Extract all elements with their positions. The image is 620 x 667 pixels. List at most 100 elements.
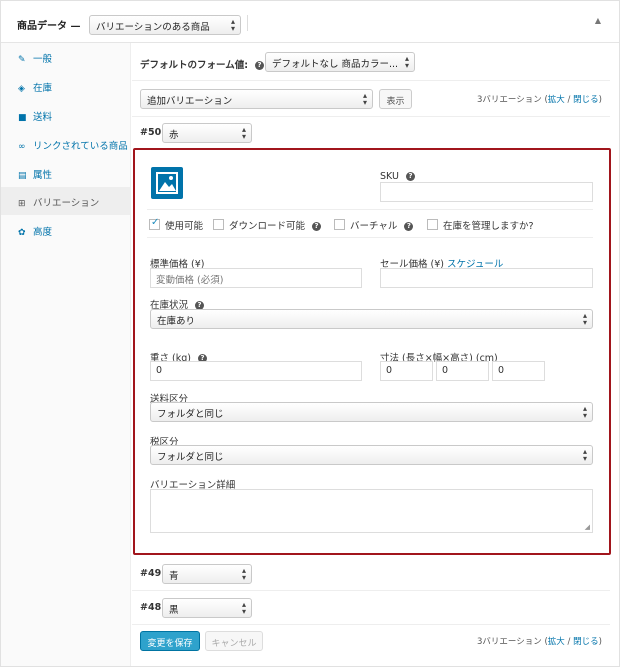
divider: [132, 624, 610, 625]
tab-label: 一般: [33, 54, 53, 65]
variation-attribute-select[interactable]: 赤 ▴ ▾: [162, 123, 252, 143]
default-color-select[interactable]: デフォルトなし 商品カラー... ▴ ▾: [265, 52, 415, 72]
select-arrows-icon: ▴ ▾: [241, 600, 246, 616]
tab-label: 送料: [33, 112, 53, 123]
select-arrows-icon: ▴ ▾: [362, 91, 367, 107]
grid-icon: ⊞: [18, 199, 26, 209]
select-arrows-icon: ▴ ▾: [582, 447, 587, 463]
variation-attribute-select[interactable]: 黒 ▴ ▾: [162, 598, 252, 618]
header-divider: [247, 15, 248, 31]
variation-image-upload[interactable]: [151, 167, 183, 199]
bulk-action-value: 追加バリエーション: [147, 96, 233, 107]
divider: [132, 80, 610, 81]
link-icon: ∞: [18, 142, 26, 152]
sale-price-input[interactable]: [380, 268, 593, 288]
downloadable-label-text: ダウンロード可能: [229, 221, 306, 232]
variation-attribute-value: 赤: [169, 130, 179, 141]
default-color-value: デフォルトなし 商品カラー...: [272, 59, 399, 70]
stock-status-select[interactable]: 在庫あり ▴ ▾: [150, 309, 593, 329]
tab-inventory[interactable]: ◈ 在庫: [1, 72, 131, 100]
downloadable-checkbox[interactable]: [213, 219, 224, 230]
collapse-toggle-icon[interactable]: ▲: [595, 16, 601, 25]
width-input[interactable]: 0: [436, 361, 489, 381]
tab-label: リンクされている商品: [33, 141, 128, 152]
tag-icon: ◈: [18, 84, 25, 94]
virtual-label-text: バーチャル: [350, 221, 398, 232]
shipping-class-value: フォルダと同じ: [157, 409, 224, 420]
select-arrows-icon: ▴ ▾: [230, 17, 235, 33]
regular-price-input[interactable]: 変動価格 (必須): [150, 268, 362, 288]
list-icon: ▤: [18, 171, 27, 181]
manage-stock-label: 在庫を管理しますか?: [443, 221, 534, 232]
help-icon: ?: [405, 172, 415, 181]
sku-label-text: SKU: [380, 171, 399, 182]
enabled-label: 使用可能: [165, 221, 204, 232]
shipping-class-select[interactable]: フォルダと同じ ▴ ▾: [150, 402, 593, 422]
default-form-values-label: デフォルトのフォーム値:?: [140, 57, 265, 71]
tab-label: 属性: [33, 170, 53, 181]
close-all-link[interactable]: 閉じる: [573, 95, 599, 105]
enabled-checkbox[interactable]: ✓: [149, 217, 160, 230]
select-arrows-icon: ▴ ▾: [582, 404, 587, 420]
cancel-button[interactable]: キャンセル: [205, 631, 263, 651]
select-arrows-icon: ▴ ▾: [582, 311, 587, 327]
tab-label: 在庫: [33, 83, 53, 94]
weight-input[interactable]: 0: [150, 361, 362, 381]
tab-label: 高度: [33, 227, 53, 238]
select-arrows-icon: ▴ ▾: [241, 566, 246, 582]
expand-all-link[interactable]: 拡大: [548, 95, 565, 105]
variation-attribute-value: 青: [169, 571, 179, 582]
variation-attribute-select[interactable]: 青 ▴ ▾: [162, 564, 252, 584]
variation-pagination: 3バリエーション (拡大 / 閉じる): [477, 637, 602, 647]
length-input[interactable]: 0: [380, 361, 433, 381]
help-icon: ?: [312, 222, 322, 231]
panel-title: 商品データ —: [17, 21, 81, 32]
stock-status-value: 在庫あり: [157, 316, 196, 327]
gear-icon: ✿: [18, 228, 26, 238]
divider: [147, 237, 593, 238]
tab-shipping[interactable]: ■ 送料: [1, 101, 131, 129]
tab-linked-products[interactable]: ∞ リンクされている商品: [1, 130, 131, 158]
save-changes-button[interactable]: 変更を保存: [140, 631, 200, 651]
product-data-tabs: ✎ 一般 ◈ 在庫 ■ 送料 ∞ リンクされている商品 ▤ 属性 ⊞ バリエーション ✿ 高度: [1, 43, 131, 666]
tab-advanced[interactable]: ✿ 高度: [1, 216, 131, 244]
panel-header: 商品データ — バリエーションのある商品 ▴ ▾ ▲: [1, 1, 619, 43]
tax-class-select[interactable]: フォルダと同じ ▴ ▾: [150, 445, 593, 465]
image-icon: [156, 172, 178, 194]
product-type-value: バリエーションのある商品: [96, 22, 210, 33]
expand-all-link[interactable]: 拡大: [548, 637, 565, 647]
virtual-checkbox[interactable]: [334, 219, 345, 230]
virtual-label: バーチャル?: [350, 218, 414, 232]
tax-class-value: フォルダと同じ: [157, 452, 224, 463]
tab-variations[interactable]: ⊞ バリエーション: [1, 187, 131, 215]
resize-handle-icon[interactable]: ◢: [585, 523, 590, 531]
variation-description-textarea[interactable]: ◢: [150, 489, 593, 533]
default-form-values-text: デフォルトのフォーム値:: [140, 60, 249, 71]
divider: [147, 209, 593, 210]
bulk-action-select[interactable]: 追加バリエーション ▴ ▾: [140, 89, 373, 109]
help-icon: ?: [404, 222, 414, 231]
tab-attributes[interactable]: ▤ 属性: [1, 159, 131, 187]
sku-input[interactable]: [380, 182, 593, 202]
tab-general[interactable]: ✎ 一般: [1, 43, 131, 71]
height-input[interactable]: 0: [492, 361, 545, 381]
variation-pagination: 3バリエーション (拡大 / 閉じる): [477, 95, 602, 105]
sku-label: SKU?: [380, 171, 415, 182]
go-button[interactable]: 表示: [379, 89, 412, 109]
product-data-panel: 商品データ — バリエーションのある商品 ▴ ▾ ▲ ✎ 一般 ◈ 在庫 ■ 送料 ∞ リ…: [0, 0, 620, 667]
link-separator: /: [567, 95, 571, 105]
variation-attribute-value: 黒: [169, 605, 179, 616]
help-icon: ?: [255, 61, 265, 70]
manage-stock-checkbox[interactable]: [427, 219, 438, 230]
variation-id: #48: [140, 602, 162, 613]
variation-id: #50: [140, 127, 162, 138]
variation-count: 3バリエーション: [477, 637, 542, 647]
link-separator: /: [567, 637, 571, 647]
variation-id: #49: [140, 568, 162, 579]
close-all-link[interactable]: 閉じる: [573, 637, 599, 647]
variation-count: 3バリエーション: [477, 95, 542, 105]
downloadable-label: ダウンロード可能?: [229, 218, 322, 232]
select-arrows-icon: ▴ ▾: [404, 54, 409, 70]
product-type-select[interactable]: バリエーションのある商品 ▴ ▾: [89, 15, 241, 35]
wrench-icon: ✎: [18, 55, 26, 65]
